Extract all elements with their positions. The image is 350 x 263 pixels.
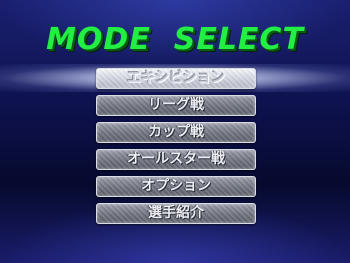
mode-menu: エキシビション リーグ戦 カップ戦 オールスター戦 オプション 選手紹介 (96, 68, 256, 230)
menu-item-cup[interactable]: カップ戦 (96, 122, 256, 143)
menu-item-player-intro[interactable]: 選手紹介 (96, 203, 256, 224)
menu-item-options[interactable]: オプション (96, 176, 256, 197)
menu-item-exhibition[interactable]: エキシビション (96, 68, 256, 89)
menu-item-league[interactable]: リーグ戦 (96, 95, 256, 116)
screen-title: MODE SELECT (46, 22, 304, 57)
menu-item-all-star[interactable]: オールスター戦 (96, 149, 256, 170)
